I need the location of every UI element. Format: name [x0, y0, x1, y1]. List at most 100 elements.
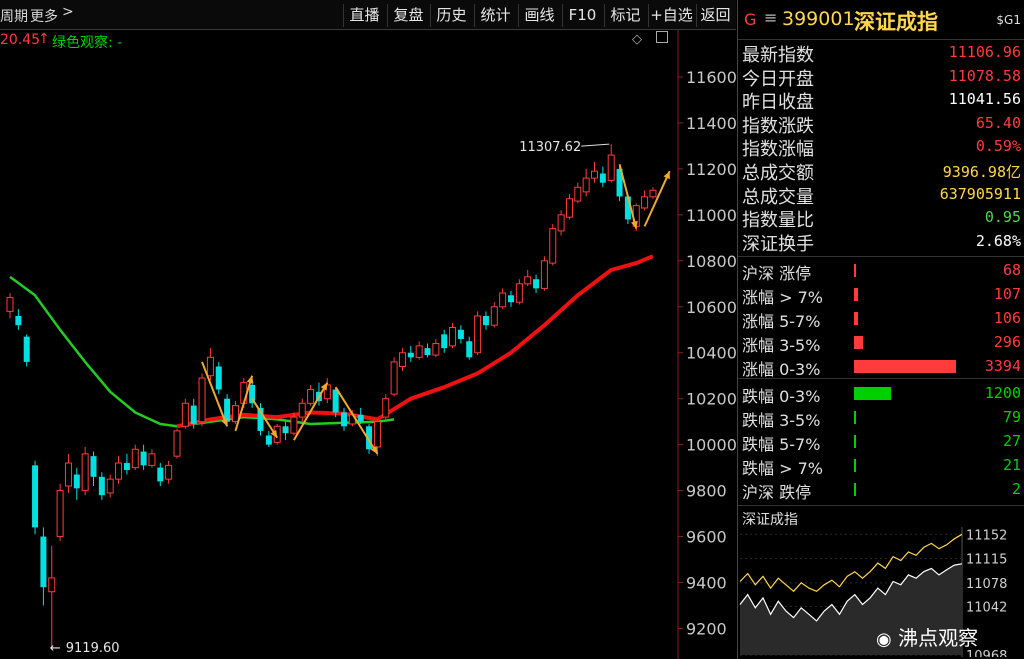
candle-body [106, 478, 114, 494]
high-marker-line [581, 143, 610, 147]
candle-body [298, 402, 306, 418]
quote-row: 指数量比 0.95 [738, 205, 1024, 231]
breadth-row: 沪深 涨停 68 [738, 258, 1024, 283]
breadth-row: 跌幅 0-3% 1200 [738, 381, 1024, 406]
candle-body [32, 465, 39, 528]
high-annotation: 11307.62 [519, 140, 581, 155]
candle-body [341, 412, 347, 427]
y-tick-label: 11400 [686, 114, 736, 133]
breadth-bar [854, 387, 891, 400]
watermark: ◉ 沸点观察 [876, 622, 978, 651]
trend-arrow [201, 361, 229, 427]
breadth-value: 27 [1002, 432, 1021, 450]
breadth-label: 跌幅 3-5% [742, 411, 821, 430]
breadth-value: 296 [993, 333, 1021, 351]
candle-body [565, 198, 573, 218]
breadth-bar [854, 459, 856, 472]
quote-value: 11106.96 [948, 43, 1021, 61]
candle-body [307, 389, 315, 404]
y-tick-label: 11200 [686, 160, 736, 179]
index-tag: $G1 [996, 13, 1021, 27]
candle-body [466, 341, 473, 358]
candle-body [591, 170, 598, 179]
candle-body [549, 228, 557, 264]
quote-panel: G ≡ 399001 深证成指 $G1 最新指数 11106.96 今日开盘 1107… [737, 0, 1024, 659]
candle-body [490, 306, 498, 326]
candle-body [48, 577, 56, 593]
candle-body [123, 463, 130, 470]
y-tick-label: 11000 [686, 206, 736, 225]
candle-body [40, 536, 47, 588]
candle-body [6, 297, 14, 312]
y-tick-label: 10000 [686, 436, 736, 455]
mini-tick-label: 11078 [966, 577, 1007, 592]
breadth-row: 沪深 跌停 2 [738, 477, 1024, 502]
quote-value: 637905911 [939, 184, 1021, 203]
breadth-value: 1200 [984, 384, 1021, 402]
breadth-label: 涨幅 0-3% [742, 360, 821, 379]
candle-body [157, 467, 164, 482]
candle-body [607, 154, 615, 181]
candle-body [432, 343, 440, 356]
watermark-text: 沸点观察 [898, 626, 979, 650]
quote-row: 指数涨幅 0.59% [738, 134, 1024, 160]
quote-row: 昨日收盘 11041.56 [738, 87, 1024, 113]
quote-header: G ≡ 399001 深证成指 $G1 [738, 0, 1024, 40]
y-tick-label: 10200 [686, 390, 736, 409]
candle-body [390, 361, 398, 395]
candle-body [206, 356, 214, 377]
breadth-label: 跌幅 0-3% [742, 387, 821, 406]
candle-body [515, 283, 523, 303]
divider [738, 256, 1024, 257]
mini-tick-label: 11152 [966, 528, 1007, 543]
quote-row: 总成交量 637905911 [738, 182, 1024, 208]
quote-value: 65.40 [975, 113, 1021, 132]
candle-body [407, 352, 414, 358]
candle-body [641, 196, 649, 209]
ma-red-line [176, 254, 654, 429]
y-tick-label: 9800 [686, 482, 727, 501]
y-tick-label: 9400 [686, 574, 727, 593]
quote-row: 最新指数 11106.96 [738, 40, 1024, 66]
quote-value: 11078.58 [948, 66, 1021, 85]
quote-value: 2.68% [975, 231, 1021, 250]
candle-body [582, 177, 590, 193]
breadth-bar [854, 312, 859, 325]
breadth-row: 涨幅 3-5% 296 [738, 330, 1024, 355]
breadth-value: 79 [1002, 408, 1021, 426]
breadth-label: 沪深 跌停 [742, 483, 812, 502]
candle-body [190, 405, 197, 424]
candle-body [499, 292, 507, 308]
y-tick-label: 10800 [686, 252, 736, 271]
candle-body [524, 276, 532, 285]
candle-body [599, 173, 606, 183]
candle-body [382, 398, 390, 418]
index-code: 399001 [782, 8, 855, 30]
breadth-label: 跌幅 > 7% [742, 459, 823, 478]
candle-body [98, 476, 105, 496]
candle-body [482, 315, 489, 326]
candle-body [415, 345, 423, 358]
breadth-row: 涨幅 > 7% 107 [738, 282, 1024, 307]
breadth-bar [854, 483, 856, 496]
breadth-bar [854, 264, 856, 277]
breadth-label: 跌幅 5-7% [742, 435, 821, 454]
candle-body [533, 279, 540, 289]
breadth-label: 涨幅 3-5% [742, 336, 821, 355]
candle-body [140, 451, 147, 466]
candle-body [441, 334, 448, 349]
mini-tick-label: 11042 [966, 600, 1007, 615]
menu-icon[interactable]: ≡ [764, 8, 777, 27]
candle-body [198, 377, 206, 423]
index-name: 深证成指 [854, 10, 938, 34]
candle-body [398, 352, 406, 368]
candle-body [115, 462, 123, 480]
breadth-row: 涨幅 5-7% 106 [738, 306, 1024, 331]
kline-chart[interactable]: 9200 9400 9600 9800 10000 10200 10400 10600 1080… [0, 0, 736, 659]
candle-body [265, 435, 272, 445]
breadth-row: 跌幅 3-5% 79 [738, 405, 1024, 430]
breadth-label: 沪深 涨停 [742, 264, 812, 283]
breadth-value: 107 [993, 285, 1021, 303]
quote-value: 9396.98亿 [942, 163, 1021, 181]
low-arrow-icon: ← [50, 641, 61, 656]
